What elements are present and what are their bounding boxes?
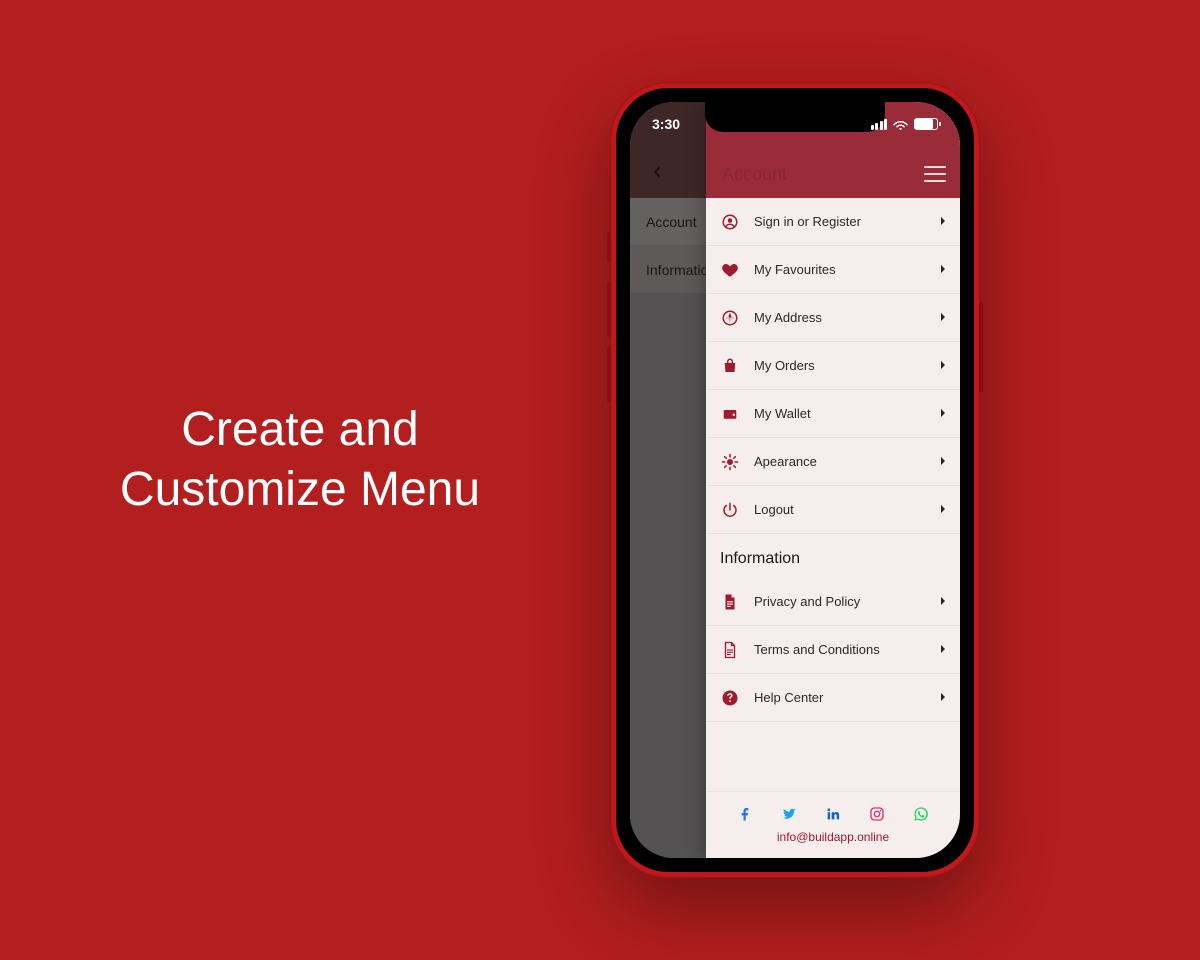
drawer-panel: Account Sign in or Register My Favourites… [706,102,960,858]
headline-line-2: Customize Menu [120,463,480,516]
menu-item-label: Sign in or Register [754,214,861,229]
menu-item-label: My Orders [754,358,815,373]
chevron-right-icon [940,262,946,277]
wallet-icon [720,404,740,424]
chevron-right-icon [940,454,946,469]
hamburger-icon[interactable] [924,166,946,182]
account-menu-item[interactable]: My Favourites [706,246,960,294]
account-menu-item[interactable]: My Orders [706,342,960,390]
menu-item-label: Apearance [754,454,817,469]
information-menu: Privacy and Policy Terms and Conditions He… [706,578,960,722]
menu-item-label: Privacy and Policy [754,594,860,609]
account-menu-item[interactable]: My Address [706,294,960,342]
battery-icon [914,118,938,130]
information-menu-item[interactable]: Terms and Conditions [706,626,960,674]
linkedin-icon[interactable] [825,806,841,822]
document-icon [720,592,740,612]
menu-item-label: My Wallet [754,406,811,421]
user-icon [720,212,740,232]
heart-icon [720,260,740,280]
social-links [706,791,960,830]
status-bar: 3:30 [630,102,960,146]
menu-item-label: My Address [754,310,822,325]
chevron-right-icon [940,502,946,517]
cellular-icon [871,119,888,130]
twitter-icon[interactable] [781,806,797,822]
account-menu-item[interactable]: My Wallet [706,390,960,438]
compass-icon [720,308,740,328]
whatsapp-icon[interactable] [913,806,929,822]
account-menu-item[interactable]: Logout [706,486,960,534]
document-line-icon [720,640,740,660]
volume-up-button [607,282,611,337]
chevron-right-icon [940,310,946,325]
account-menu-item[interactable]: Sign in or Register [706,198,960,246]
account-menu: Sign in or Register My Favourites My Addre… [706,198,960,534]
information-menu-item[interactable]: Help Center [706,674,960,722]
status-time: 3:30 [652,116,680,132]
mute-switch [607,232,611,262]
headline-line-1: Create and [181,403,419,456]
menu-item-label: My Favourites [754,262,836,277]
chevron-right-icon [940,406,946,421]
menu-item-label: Logout [754,502,794,517]
help-icon [720,688,740,708]
drawer-title: Account [722,164,787,185]
power-icon [720,500,740,520]
contact-email[interactable]: info@buildapp.online [706,830,960,858]
menu-item-label: Help Center [754,690,823,705]
marketing-headline: Create and Customize Menu [60,400,540,520]
information-menu-item[interactable]: Privacy and Policy [706,578,960,626]
facebook-icon[interactable] [737,806,753,822]
wifi-icon [893,118,908,130]
phone-screen: 3:30 Account [630,102,960,858]
volume-down-button [607,347,611,402]
information-section-title: Information [706,534,960,578]
chevron-right-icon [940,358,946,373]
chevron-right-icon [940,642,946,657]
brightness-icon [720,452,740,472]
chevron-right-icon [940,214,946,229]
menu-item-label: Terms and Conditions [754,642,880,657]
chevron-right-icon [940,594,946,609]
bag-icon [720,356,740,376]
power-button [979,302,983,392]
instagram-icon[interactable] [869,806,885,822]
phone-frame: 3:30 Account [610,82,980,878]
chevron-right-icon [940,690,946,705]
account-menu-item[interactable]: Apearance [706,438,960,486]
